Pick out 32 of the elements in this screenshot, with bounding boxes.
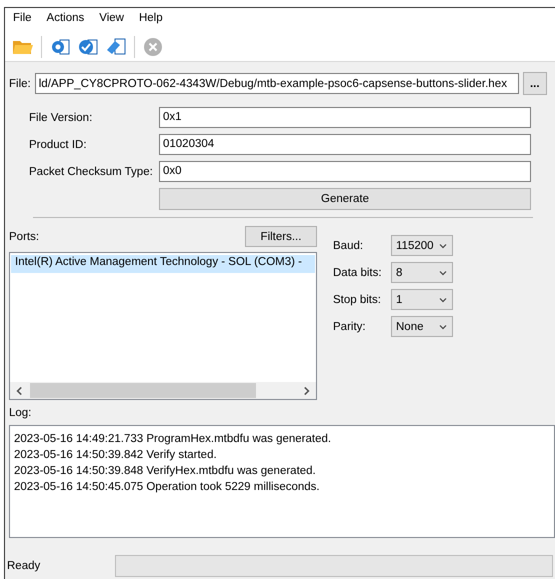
setting-label: Stop bits: [333,294,382,306]
input-field[interactable]: 0x1 [159,107,531,128]
dropdown[interactable]: 8 [391,262,453,283]
menu-item[interactable]: File [13,12,32,33]
generate-button[interactable]: Generate [159,188,531,210]
log-line: 2023-05-16 14:49:21.733 ProgramHex.mtbdfu was generated. [14,432,332,447]
status-text: Ready [6,560,42,572]
field-label: Product ID: [29,138,88,150]
dropdown[interactable]: None [391,316,453,337]
input-field[interactable]: 01020304 [159,134,531,155]
ports-label: Ports: [9,230,40,242]
dropdown[interactable]: 1 [391,289,453,310]
input-field[interactable]: 0x0 [159,161,531,182]
file-label: File: [9,78,31,90]
field-label: File Version: [29,112,94,124]
scrollbar-thumb[interactable] [30,383,256,398]
setting-label: Parity: [333,320,367,332]
filters-button[interactable]: Filters... [245,226,317,247]
browse-button[interactable]: ... [522,72,547,95]
field-label: Packet Checksum Type: [29,166,154,178]
setting-label: Baud: [333,240,364,252]
log-label: Log: [9,407,32,419]
menu-item[interactable]: View [99,12,124,33]
menu-item[interactable]: Help [138,12,163,33]
log-line: 2023-05-16 14:50:39.842 Verify started. [14,448,218,463]
file-path-field[interactable]: ld/APP_CY8CPROTO-062-4343W/Debug/mtb-example-psoc6-capsense-buttons-slider.hex [34,73,519,94]
dropdown[interactable]: 115200 [391,235,453,256]
log-line: 2023-05-16 14:50:45.075 Operation took 5229 milliseconds. [14,480,321,495]
menu-item[interactable]: Actions [46,12,84,33]
setting-label: Data bits: [333,266,383,278]
port-item[interactable]: Intel(R) Active Management Technology - SOL (COM3) - [11,255,315,273]
log-line: 2023-05-16 14:50:39.848 VerifyHex.mtbdfu was generated. [14,464,317,479]
